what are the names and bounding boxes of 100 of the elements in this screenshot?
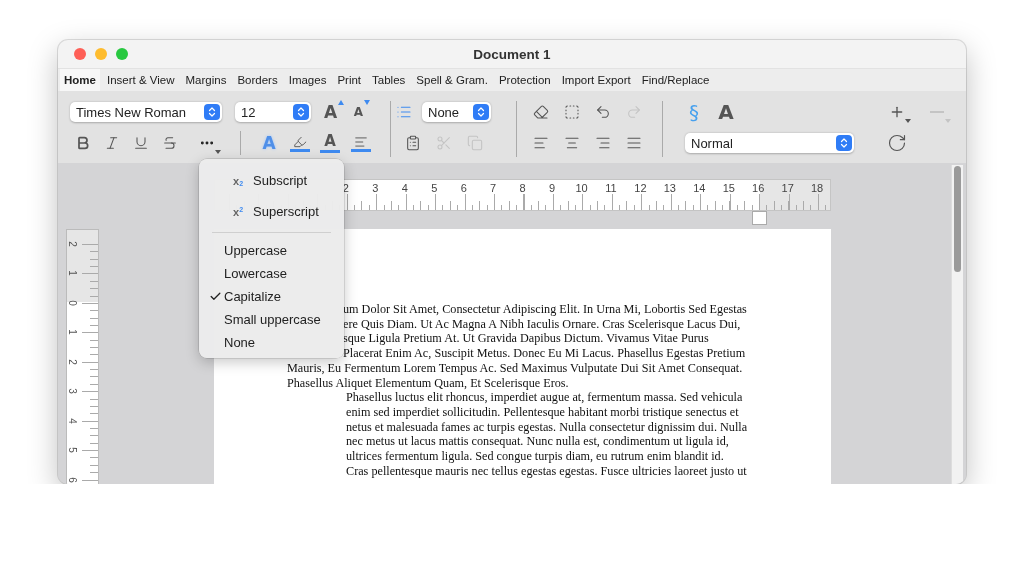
stepper-icon: [204, 104, 220, 120]
text-line: nec metus ut lacus mattis consequat. Nunc nulla est, condimentum ut ligula id,: [346, 434, 729, 450]
tab[interactable]: Insert & View: [102, 69, 179, 91]
ruler-number: 6: [460, 182, 467, 194]
redo-icon: [626, 104, 642, 120]
tab[interactable]: Home: [60, 69, 100, 91]
tab[interactable]: Protection: [494, 69, 555, 91]
ruler-number: 14: [693, 182, 706, 194]
menu-label: Uppercase: [224, 243, 287, 258]
dashed-box-icon: [564, 104, 580, 120]
justify-icon: [626, 135, 642, 151]
stepper-icon: [293, 104, 309, 120]
copy-icon: [467, 135, 483, 151]
ruler-number: 9: [549, 182, 556, 194]
menu-item[interactable]: Lowercase: [199, 262, 344, 285]
undo-icon: [595, 104, 611, 120]
ruler-number: 4: [66, 417, 77, 424]
menu-label: Superscript: [253, 204, 319, 219]
ruler-number: 0: [66, 300, 77, 306]
ruler-number: 1: [66, 270, 77, 277]
tab[interactable]: Print: [333, 69, 366, 91]
text-line: sque Ligula Pretium At. Ut Gravida Dapibus Dictum. Vivamus Vitae Purus: [343, 331, 709, 347]
window-title: Document 1: [473, 46, 551, 62]
down-triangle-icon: [364, 100, 371, 105]
menu-label: Capitalize: [224, 289, 282, 304]
ruler-number: 1: [66, 329, 77, 336]
tab[interactable]: Borders: [233, 69, 282, 91]
ruler-number: 2: [66, 241, 77, 247]
text-line: Cras pellentesque mauris nec tellus egestas egestas. Fusce ultricies laoreet justo ut: [346, 463, 747, 479]
text-line: Mauris, Eu Fermentum Lorem Tempus Ac. Sed Maximus Vulputate Dui Sit Amet Consequat.: [287, 360, 743, 376]
bold-icon: [75, 135, 91, 151]
highlighter-icon: [293, 134, 307, 149]
tab[interactable]: Find/Replace: [637, 69, 714, 91]
maximize-button[interactable]: [116, 48, 128, 60]
text-line: netus et malesuada fames ac turpis egestas. Nulla consectetur dignissim dui. Nulla: [346, 419, 748, 435]
list-icon: [396, 104, 412, 120]
align-left-icon: [533, 135, 549, 151]
plus-icon: [889, 104, 905, 120]
tab[interactable]: Import Export: [557, 69, 635, 91]
menu-label: Subscript: [253, 173, 308, 188]
align-center-icon: [564, 135, 580, 151]
align-right-icon: [595, 135, 611, 151]
ruler-number: 13: [663, 182, 676, 194]
text-line: enim sed imperdiet sollicitudin. Pellentesque habitant morbi tristique senectus et: [346, 404, 739, 420]
ruler-number: 5: [431, 182, 438, 194]
tab[interactable]: Tables: [368, 69, 410, 91]
ruler-number: 10: [575, 182, 588, 194]
list-style-select[interactable]: None: [422, 102, 491, 122]
menu-item[interactable]: Small uppercase: [199, 308, 344, 331]
ruler-number: 16: [752, 182, 765, 194]
styles-button[interactable]: A: [715, 100, 737, 124]
ruler-number: 3: [66, 388, 77, 395]
tab[interactable]: Spell & Gram.: [412, 69, 492, 91]
indent-marker[interactable]: [752, 211, 767, 225]
text-line: ere Quis Diam. Ut Ac Magna A Nibh Iaculis Ornare. Cras Scelerisque Lacus Dui,: [343, 316, 741, 332]
ruler-number: 8: [519, 182, 526, 194]
ruler-number: 11: [605, 182, 617, 194]
menu-item[interactable]: None: [199, 331, 344, 354]
menu-label: Lowercase: [224, 266, 287, 281]
text-line: Placerat Enim Ac, Suscipit Metus. Donec Eu Mi Lacus. Phasellus Egestas Pretium: [343, 346, 746, 361]
close-button[interactable]: [74, 48, 86, 60]
up-triangle-icon: [338, 100, 345, 105]
ruler-number: 12: [634, 182, 647, 194]
refresh-button[interactable]: [886, 132, 908, 154]
text-line: ultrices fermentum ligula. Sed congue turpis diam, eu rutrum enim blandit id.: [346, 449, 724, 464]
ruler-number: 7: [490, 182, 497, 194]
strikethrough-icon: [162, 135, 178, 151]
font-size-select[interactable]: 12: [235, 102, 311, 122]
text-line: Phasellus luctus elit rhoncus, imperdiet augue at, fermentum massa. Sed vehicula: [346, 390, 743, 405]
font-select[interactable]: Times New Roman: [70, 102, 222, 122]
text-line: Phasellus Aliquet Elementum Quam, Et Scelerisque Eros.: [287, 375, 569, 391]
underline-icon: [133, 135, 149, 151]
ruler-number: 17: [781, 182, 794, 194]
menu-item[interactable]: Capitalize: [199, 285, 344, 308]
paragraph-style-select[interactable]: Normal: [685, 133, 854, 153]
font-color-button[interactable]: A: [319, 131, 341, 155]
ruler-number: 15: [722, 182, 735, 194]
lines-icon: [354, 134, 368, 149]
ruler-number: 18: [810, 182, 824, 194]
menu-item[interactable]: Uppercase: [199, 239, 344, 262]
ruler-number: 4: [401, 182, 408, 194]
italic-icon: [104, 135, 120, 151]
scissors-icon: [436, 135, 452, 151]
scrollbar[interactable]: [951, 165, 963, 484]
stepper-icon: [473, 104, 489, 120]
menu-label: None: [224, 335, 256, 350]
text-line: um Dolor Sit Amet, Consectetur Adipiscing Elit. In Urna Mi, Lobortis Sed Egestas: [343, 302, 747, 317]
stepper-icon: [836, 135, 852, 151]
tab[interactable]: Margins: [181, 69, 231, 91]
ruler-number: 5: [66, 447, 77, 453]
ruler-number: 2: [66, 359, 77, 365]
menu-label: Small uppercase: [224, 312, 321, 327]
ruler-number: 3: [372, 182, 379, 194]
eraser-icon: [533, 104, 549, 120]
tab[interactable]: Images: [284, 69, 331, 91]
shrink-font-button[interactable]: A: [351, 100, 373, 124]
paste-icon: [405, 135, 421, 151]
refresh-icon: [887, 133, 907, 153]
grow-font-button[interactable]: A: [323, 100, 345, 124]
ruler-number: 6: [66, 476, 77, 483]
